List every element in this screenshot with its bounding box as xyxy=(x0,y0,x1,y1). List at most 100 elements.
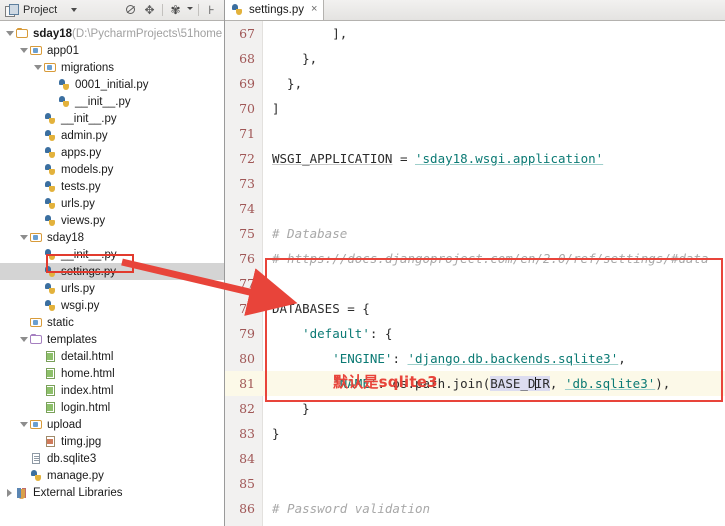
annotation-text-chinese: 默认是sqlite3 xyxy=(333,371,438,392)
chevron-down-icon[interactable] xyxy=(71,8,77,12)
code-line-77[interactable]: 77 xyxy=(225,271,725,296)
tree-toggle-open-icon[interactable] xyxy=(18,337,29,342)
scroll-from-source-icon[interactable]: ✥ xyxy=(142,3,157,18)
tree-item-0001-initial-py[interactable]: 0001_initial.py xyxy=(0,76,224,93)
line-number: 82 xyxy=(225,396,255,421)
code-line-80[interactable]: 80 'ENGINE': 'django.db.backends.sqlite3… xyxy=(225,346,725,371)
tree-item-settings-py[interactable]: settings.py xyxy=(0,263,224,280)
tree-item-index-html[interactable]: index.html xyxy=(0,382,224,399)
tree-toggle-open-icon[interactable] xyxy=(18,48,29,53)
code-line-78[interactable]: 78DATABASES = { xyxy=(225,296,725,321)
tree-item-label: sday18 xyxy=(47,232,84,244)
tree-item-admin-py[interactable]: admin.py xyxy=(0,127,224,144)
source-folder-icon xyxy=(29,44,44,58)
code-token xyxy=(272,351,332,366)
code-token: : { xyxy=(370,326,393,341)
code-token: 'ENGINE' xyxy=(332,351,392,366)
tab-settings-py[interactable]: settings.py × xyxy=(225,0,324,20)
project-toolbar-actions: ✥ ✾ ⊦ xyxy=(124,3,222,18)
project-tree[interactable]: sday18 (D:\PycharmProjects\51homeapp01mi… xyxy=(0,21,224,501)
project-selector[interactable]: Project xyxy=(2,4,124,17)
tree-toggle-open-icon[interactable] xyxy=(4,31,15,36)
python-file-icon xyxy=(43,112,58,126)
code-line-87[interactable]: 87# https://docs.djangoproject.com/en/2.… xyxy=(225,521,725,526)
tree-toggle-open-icon[interactable] xyxy=(18,422,29,427)
tree-item-label: static xyxy=(47,317,74,329)
tree-item-urls-py[interactable]: urls.py xyxy=(0,280,224,297)
tree-item-tests-py[interactable]: tests.py xyxy=(0,178,224,195)
tree-item-upload[interactable]: upload xyxy=(0,416,224,433)
code-token: , xyxy=(618,351,626,366)
code-line-73[interactable]: 73 xyxy=(225,171,725,196)
tree-item-manage-py[interactable]: manage.py xyxy=(0,467,224,484)
tree-item-timg-jpg[interactable]: timg.jpg xyxy=(0,433,224,450)
tree-item-external-libraries[interactable]: External Libraries xyxy=(0,484,224,501)
code-token: WSGI_APPLICATION xyxy=(272,151,392,166)
tree-item-detail-html[interactable]: detail.html xyxy=(0,348,224,365)
settings-gear-icon[interactable]: ✾ xyxy=(168,3,183,18)
tree-toggle-open-icon[interactable] xyxy=(18,235,29,240)
code-line-72[interactable]: 72WSGI_APPLICATION = 'sday18.wsgi.applic… xyxy=(225,146,725,171)
code-token: }, xyxy=(272,51,317,66)
code-line-79[interactable]: 79 'default': { xyxy=(225,321,725,346)
code-line-83[interactable]: 83} xyxy=(225,421,725,446)
editor-tab-bar: settings.py × xyxy=(225,0,725,21)
code-line-70[interactable]: 70] xyxy=(225,96,725,121)
code-editor[interactable]: 67 ],68 },69 },70]7172WSGI_APPLICATION =… xyxy=(225,21,725,526)
code-line-71[interactable]: 71 xyxy=(225,121,725,146)
code-line-67[interactable]: 67 ], xyxy=(225,21,725,46)
tree-item-sday18[interactable]: sday18 xyxy=(0,229,224,246)
tree-item-label: sday18 xyxy=(33,28,72,40)
tree-item-sday18[interactable]: sday18 (D:\PycharmProjects\51home xyxy=(0,25,224,42)
tree-item-init-py[interactable]: __init__.py xyxy=(0,110,224,127)
tree-item-models-py[interactable]: models.py xyxy=(0,161,224,178)
gear-chevron-down-icon[interactable] xyxy=(187,7,193,10)
code-line-81[interactable]: 81 'NAME': os.path.join(BASE_DIR, 'db.sq… xyxy=(225,371,725,396)
tree-item-views-py[interactable]: views.py xyxy=(0,212,224,229)
code-token: = xyxy=(392,151,415,166)
code-line-75[interactable]: 75# Database xyxy=(225,221,725,246)
line-text: }, xyxy=(272,46,317,71)
tree-item-label: timg.jpg xyxy=(61,436,101,448)
tree-item-init-py[interactable]: __init__.py xyxy=(0,93,224,110)
code-line-68[interactable]: 68 }, xyxy=(225,46,725,71)
code-line-85[interactable]: 85 xyxy=(225,471,725,496)
tree-item-wsgi-py[interactable]: wsgi.py xyxy=(0,297,224,314)
code-line-82[interactable]: 82 } xyxy=(225,396,725,421)
code-token: # https://docs.djangoproject.com/en/2.0/… xyxy=(272,251,709,266)
tree-item-app01[interactable]: app01 xyxy=(0,42,224,59)
source-folder-icon xyxy=(29,418,44,432)
html-file-icon xyxy=(43,367,58,381)
tree-toggle-closed-icon[interactable] xyxy=(4,489,15,497)
tree-item-urls-py[interactable]: urls.py xyxy=(0,195,224,212)
code-line-86[interactable]: 86# Password validation xyxy=(225,496,725,521)
tree-item-home-html[interactable]: home.html xyxy=(0,365,224,382)
hide-panel-icon[interactable]: ⊦ xyxy=(204,3,219,18)
line-number: 70 xyxy=(225,96,255,121)
code-line-69[interactable]: 69 }, xyxy=(225,71,725,96)
tree-item-login-html[interactable]: login.html xyxy=(0,399,224,416)
tree-item-migrations[interactable]: migrations xyxy=(0,59,224,76)
tree-item-init-py[interactable]: __init__.py xyxy=(0,246,224,263)
line-text: ], xyxy=(272,21,347,46)
line-number: 67 xyxy=(225,21,255,46)
code-line-76[interactable]: 76 # https://docs.djangoproject.com/en/2.… xyxy=(225,246,725,271)
code-line-74[interactable]: 74 xyxy=(225,196,725,221)
line-number: 76 xyxy=(225,246,255,271)
python-file-icon xyxy=(43,180,58,194)
tree-item-apps-py[interactable]: apps.py xyxy=(0,144,224,161)
close-icon[interactable]: × xyxy=(311,4,317,15)
collapse-all-icon[interactable] xyxy=(124,3,139,18)
code-token xyxy=(272,376,332,391)
line-number: 81 xyxy=(225,371,255,396)
tree-item-templates[interactable]: templates xyxy=(0,331,224,348)
tree-item-static[interactable]: static xyxy=(0,314,224,331)
python-file-icon xyxy=(57,78,72,92)
tree-toggle-open-icon[interactable] xyxy=(32,65,43,70)
line-text: }, xyxy=(272,71,302,96)
code-token: DATABASES = { xyxy=(272,301,370,316)
tree-item-label: upload xyxy=(47,419,82,431)
tree-item-db-sqlite3[interactable]: db.sqlite3 xyxy=(0,450,224,467)
code-lines[interactable]: 67 ],68 },69 },70]7172WSGI_APPLICATION =… xyxy=(225,21,725,526)
code-line-84[interactable]: 84 xyxy=(225,446,725,471)
